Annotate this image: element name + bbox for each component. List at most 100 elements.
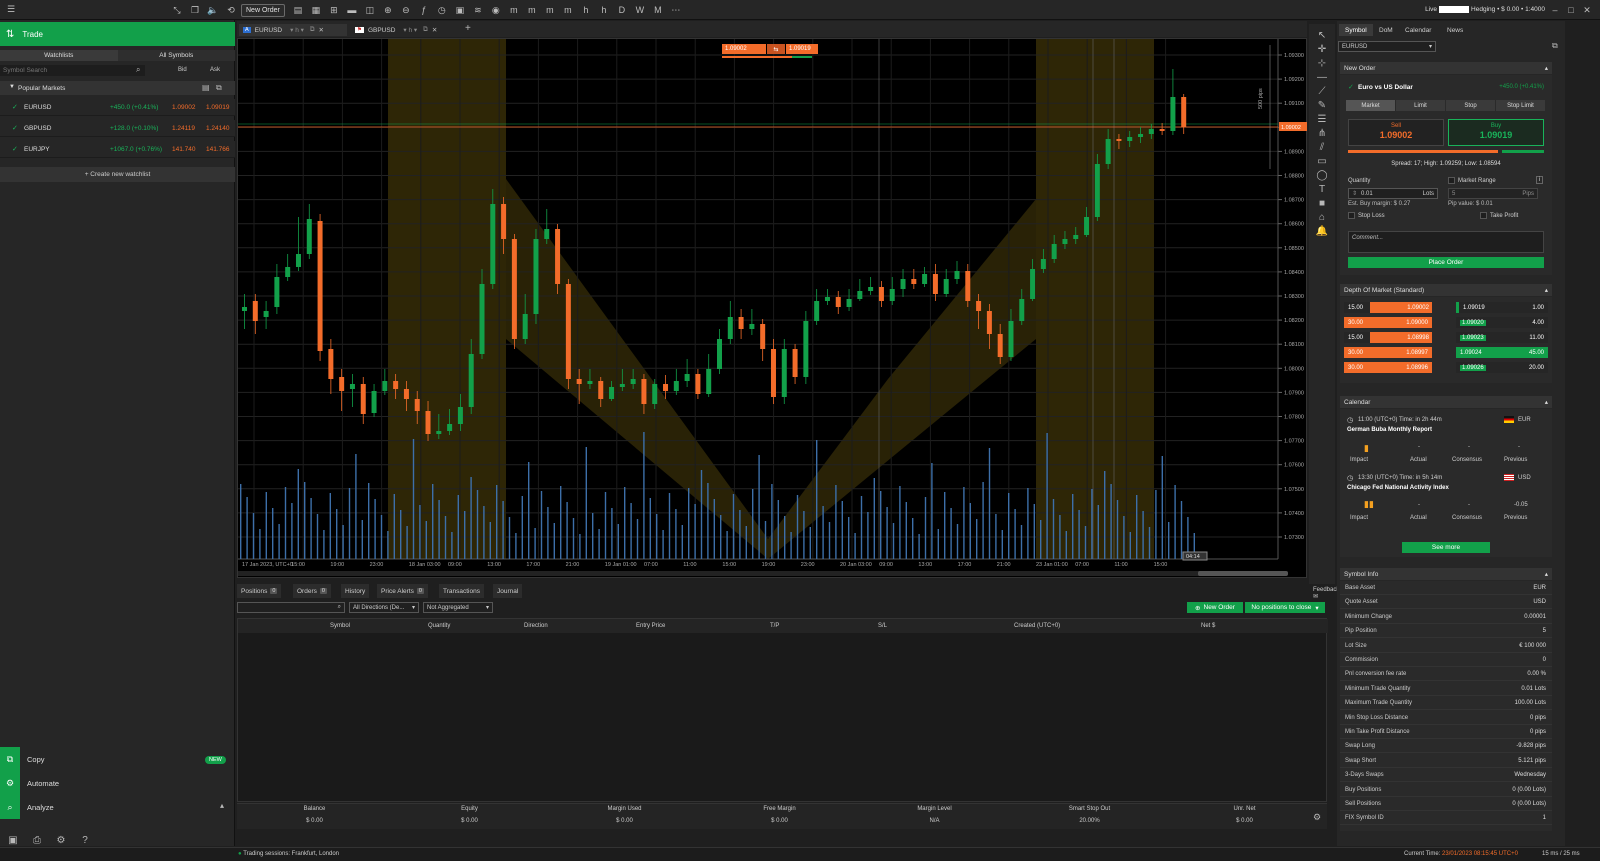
candle[interactable]: [986, 311, 992, 334]
clock-icon[interactable]: ◷: [435, 3, 449, 17]
candle[interactable]: [479, 284, 485, 354]
candle[interactable]: [587, 381, 593, 384]
dom-row[interactable]: 15.00 1.08998 1.09023 11.00: [1344, 332, 1548, 343]
dom-row[interactable]: 30.00 1.08997 1.09024 45.00: [1344, 347, 1548, 358]
candle[interactable]: [824, 297, 830, 301]
detach-icon[interactable]: ⧉: [310, 26, 315, 34]
zoom-in-icon[interactable]: ⊕: [381, 3, 395, 17]
candle[interactable]: [425, 411, 431, 434]
candle[interactable]: [878, 287, 884, 301]
candle[interactable]: [403, 389, 409, 399]
candle[interactable]: [252, 301, 258, 321]
candle[interactable]: [695, 374, 701, 394]
zoom-out-icon[interactable]: ⊖: [399, 3, 413, 17]
aggregation-dropdown[interactable]: Not Aggregated ▾: [423, 602, 493, 613]
candle[interactable]: [414, 399, 420, 411]
tab-symbol[interactable]: Symbol: [1339, 24, 1373, 36]
pen-icon[interactable]: ✎: [1318, 100, 1326, 111]
popout-icon[interactable]: ⧉: [216, 83, 222, 93]
quick-buy-button[interactable]: 1.09019: [786, 44, 818, 54]
take-profit-checkbox[interactable]: [1480, 212, 1487, 219]
candle[interactable]: [371, 391, 377, 413]
candle[interactable]: [1030, 269, 1036, 299]
candle[interactable]: [889, 289, 895, 301]
candle[interactable]: [792, 349, 798, 377]
col-created[interactable]: Created (UTC+0): [1014, 623, 1060, 629]
timeframe-m1-icon[interactable]: m: [507, 3, 521, 17]
candle[interactable]: [468, 354, 474, 407]
timeframe-dropdown-icon[interactable]: ▾ h ▾: [290, 26, 304, 34]
color-icon[interactable]: ■: [1319, 198, 1325, 209]
market-row-eurusd[interactable]: ✓ EURUSD +450.0 (+0.41%) 1.09002 1.09019: [0, 99, 235, 116]
tab-history[interactable]: History: [341, 584, 370, 598]
feedback-link[interactable]: Feedback ✉: [1313, 587, 1339, 600]
close-tab-icon[interactable]: ✕: [432, 26, 437, 34]
chart-type-icon[interactable]: ▤: [291, 3, 305, 17]
candle[interactable]: [803, 321, 809, 377]
col-quantity[interactable]: Quantity: [428, 623, 450, 629]
layers-icon[interactable]: ≋: [471, 3, 485, 17]
candle[interactable]: [436, 431, 442, 434]
candle[interactable]: [943, 279, 949, 294]
save-icon[interactable]: ⎙: [30, 835, 44, 846]
candle[interactable]: [749, 324, 755, 329]
add-tab-icon[interactable]: +: [465, 23, 471, 34]
tab-orders[interactable]: Orders 0: [293, 584, 331, 598]
menu-icon[interactable]: ☰: [4, 3, 18, 17]
candle[interactable]: [447, 424, 453, 431]
candle[interactable]: [1040, 259, 1046, 269]
dom-row[interactable]: 30.00 1.08996 1.09026 20.00: [1344, 362, 1548, 373]
eye-icon[interactable]: ◉: [489, 3, 503, 17]
sound-icon[interactable]: 🔈: [206, 3, 220, 17]
timeframe-h4-icon[interactable]: h: [597, 3, 611, 17]
dom-row[interactable]: 15.00 1.09002 1.09019 1.00: [1344, 302, 1548, 313]
help-icon[interactable]: ?: [78, 835, 92, 846]
see-more-button[interactable]: See more: [1402, 542, 1490, 553]
candle[interactable]: [1181, 97, 1187, 127]
shrink-icon[interactable]: ⤡: [170, 3, 184, 17]
candle[interactable]: [598, 381, 604, 399]
nav-analyze[interactable]: ⌕ Analyze ▴: [0, 795, 235, 819]
candle[interactable]: [717, 339, 722, 369]
candle[interactable]: [328, 349, 334, 379]
candle[interactable]: [997, 334, 1003, 357]
bell-icon[interactable]: 🔔: [1316, 226, 1328, 237]
candle[interactable]: [641, 379, 647, 404]
candle[interactable]: [511, 239, 517, 339]
symbol-info-section-header[interactable]: Symbol Info ▴: [1340, 568, 1552, 580]
candle[interactable]: [1094, 164, 1100, 217]
more-icon[interactable]: ⋯: [669, 3, 683, 17]
timeframe-m5-icon[interactable]: m: [525, 3, 539, 17]
candle[interactable]: [1127, 137, 1133, 141]
timeframe-h1-icon[interactable]: h: [579, 3, 593, 17]
trade-header[interactable]: ⇅ Trade: [0, 22, 235, 46]
candle[interactable]: [317, 221, 323, 351]
order-type-market[interactable]: Market: [1346, 100, 1395, 111]
new-order-button[interactable]: New Order: [241, 3, 285, 17]
candle[interactable]: [770, 349, 776, 397]
candle[interactable]: [727, 317, 733, 339]
template-icon[interactable]: ▣: [453, 3, 467, 17]
candle[interactable]: [976, 301, 982, 311]
candle[interactable]: [900, 279, 906, 289]
candle[interactable]: [706, 369, 712, 394]
place-order-button[interactable]: Place Order: [1348, 257, 1544, 268]
tab-calendar[interactable]: Calendar: [1399, 24, 1437, 36]
sync-icon[interactable]: ⟲: [224, 3, 238, 17]
settings-icon[interactable]: ⚙: [54, 835, 68, 846]
symbol-select[interactable]: EURUSD ▾: [1338, 41, 1436, 52]
order-type-limit[interactable]: Limit: [1396, 100, 1445, 111]
candle[interactable]: [263, 311, 269, 317]
candle[interactable]: [576, 379, 582, 384]
calendar-event[interactable]: ◷ 13:30 (UTC+0) Time: in 5h 14m USD Chic…: [1340, 471, 1552, 527]
candle[interactable]: [835, 297, 841, 307]
market-row-gbpusd[interactable]: ✓ GBPUSD +128.0 (+0.10%) 1.24119 1.24140: [0, 120, 235, 137]
candle[interactable]: [857, 291, 863, 299]
candle[interactable]: [457, 407, 463, 424]
split-layout-icon[interactable]: ◫: [363, 3, 377, 17]
timeframe-dropdown-icon[interactable]: ▾ h ▾: [403, 26, 417, 34]
dom-section-header[interactable]: Depth Of Market (Standard) ▴: [1340, 284, 1552, 296]
candle[interactable]: [738, 317, 744, 329]
candle[interactable]: [1008, 321, 1014, 357]
col-direction[interactable]: Direction: [524, 623, 548, 629]
